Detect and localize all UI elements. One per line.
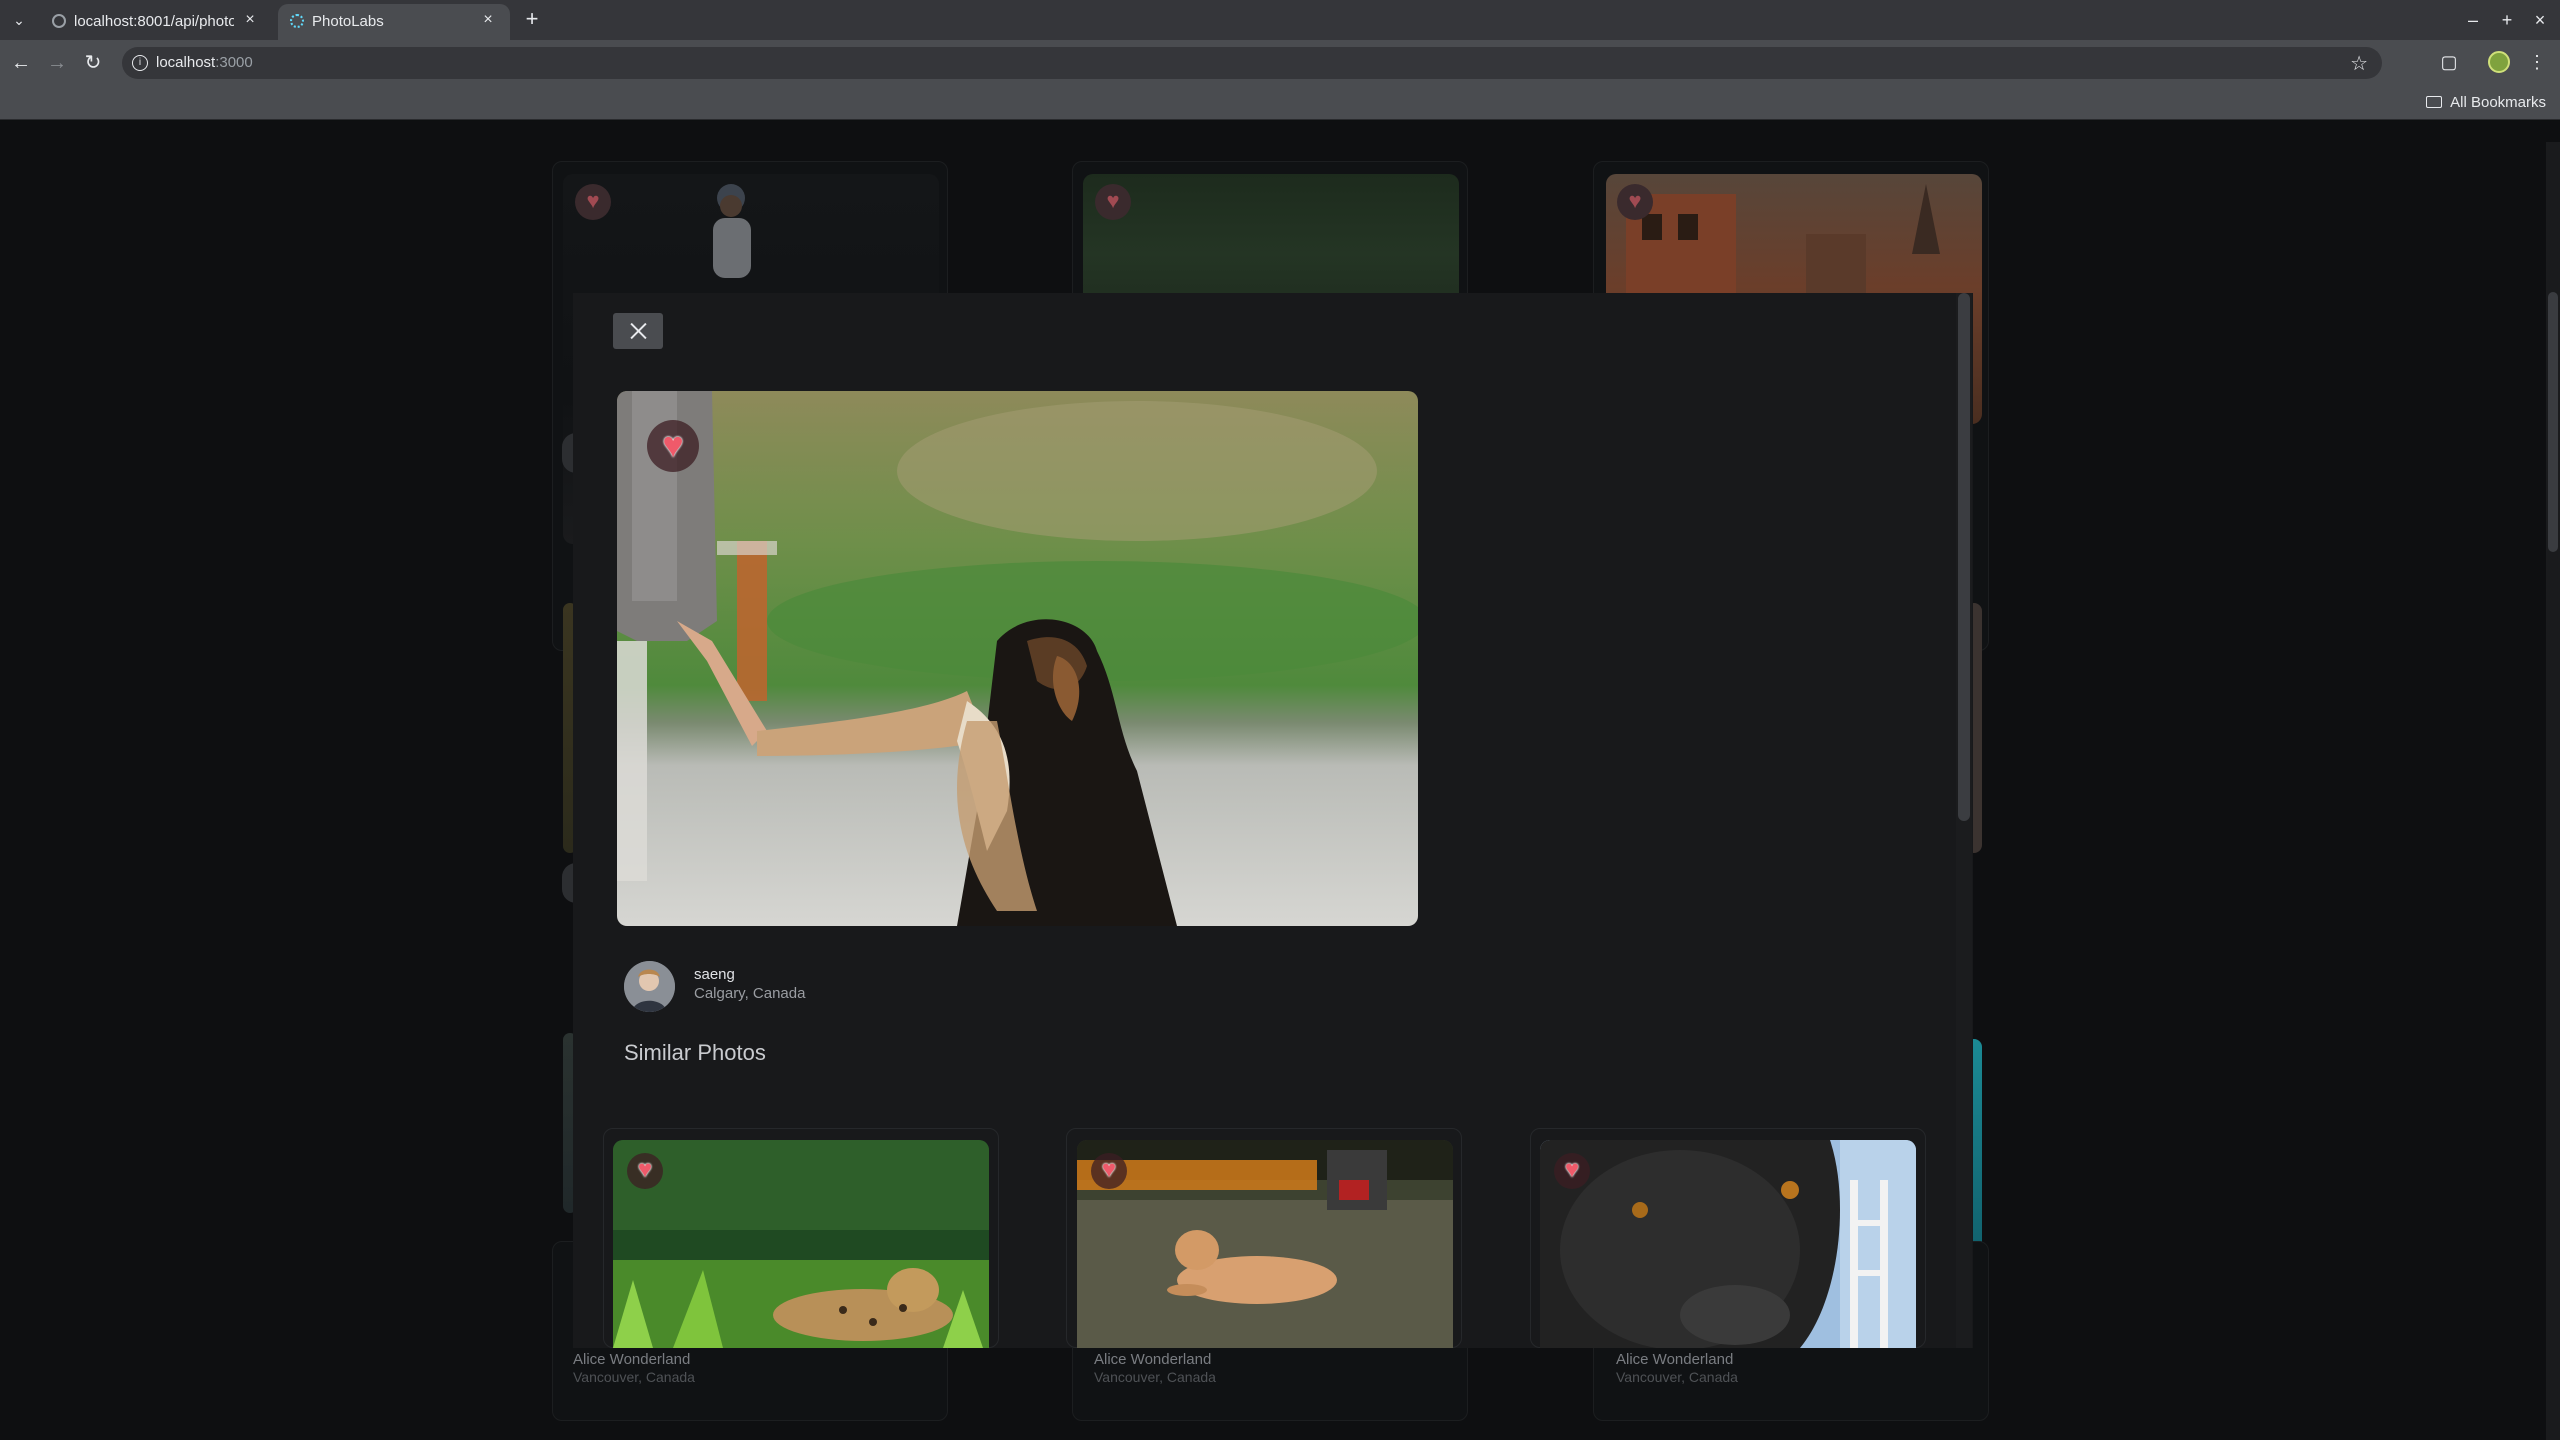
photographer-name: Alice Wonderland — [1616, 1351, 1734, 1368]
similar-photo[interactable] — [1077, 1140, 1453, 1348]
site-info-icon[interactable]: i — [132, 55, 148, 71]
page-scrollbar[interactable] — [2546, 142, 2560, 1440]
favourite-heart-icon[interactable] — [1095, 184, 1131, 220]
leopard-photo — [613, 1140, 989, 1348]
modal-scrollbar-thumb[interactable] — [1958, 293, 1970, 821]
profile-avatar[interactable] — [2488, 51, 2510, 73]
url-text: localhost:3000 — [156, 54, 253, 71]
tab-photolabs[interactable]: PhotoLabs × — [278, 4, 510, 40]
react-icon — [290, 14, 304, 28]
photographer-location: Vancouver, Canada — [1094, 1369, 1216, 1385]
address-bar[interactable]: i localhost:3000 ☆ — [122, 47, 2382, 79]
photographer-location: Vancouver, Canada — [573, 1369, 695, 1385]
photographer-location: Calgary, Canada — [694, 985, 806, 1002]
tab-title: localhost:8001/api/photo — [74, 13, 234, 30]
favourite-heart-icon[interactable] — [575, 184, 611, 220]
similar-photo[interactable] — [1540, 1140, 1916, 1348]
similar-photos-heading: Similar Photos — [624, 1040, 766, 1065]
black-dog-photo — [1540, 1140, 1916, 1348]
minimize-icon[interactable]: – — [2461, 8, 2485, 32]
favourite-heart-icon[interactable] — [1091, 1153, 1127, 1189]
favourite-heart-icon[interactable] — [1554, 1153, 1590, 1189]
photographer-avatar — [624, 961, 675, 1012]
selected-photo — [617, 391, 1418, 926]
photographer-username: saeng — [694, 966, 735, 983]
similar-photo[interactable] — [613, 1140, 989, 1348]
page-scrollbar-thumb[interactable] — [2548, 292, 2558, 552]
tab-search-icon[interactable]: ⌄ — [8, 9, 30, 31]
close-tab-icon[interactable]: × — [478, 10, 498, 30]
photographer-name: Alice Wonderland — [573, 1351, 691, 1368]
favourite-heart-icon[interactable] — [647, 420, 699, 472]
close-modal-button[interactable] — [613, 313, 663, 349]
folder-icon — [2426, 96, 2443, 108]
photographer-location: Vancouver, Canada — [1616, 1369, 1738, 1385]
forward-icon[interactable]: → — [44, 50, 70, 76]
dog-handshake-photo — [617, 391, 1418, 926]
favourite-heart-icon[interactable] — [1617, 184, 1653, 220]
dog-lying-photo — [1077, 1140, 1453, 1348]
all-bookmarks-button[interactable]: All Bookmarks — [2426, 94, 2546, 111]
profile-portrait — [624, 961, 675, 1012]
back-icon[interactable]: ← — [8, 50, 34, 76]
tab-api[interactable]: localhost:8001/api/photo × — [40, 4, 272, 40]
bookmark-star-icon[interactable]: ☆ — [2350, 51, 2368, 76]
tab-strip: ⌄ localhost:8001/api/photo × PhotoLabs ×… — [0, 0, 2560, 40]
bookmarks-bar: All Bookmarks — [0, 86, 2560, 120]
window-close-icon[interactable]: × — [2528, 8, 2552, 32]
extensions-icon[interactable]: ▢ — [2436, 49, 2462, 75]
maximize-icon[interactable]: + — [2495, 8, 2519, 32]
favourite-heart-icon[interactable] — [627, 1153, 663, 1189]
reload-icon[interactable]: ↻ — [80, 50, 106, 76]
photographer-name: Alice Wonderland — [1094, 1351, 1212, 1368]
menu-icon[interactable]: ⋮ — [2524, 49, 2550, 75]
tab-title: PhotoLabs — [312, 13, 384, 30]
globe-icon — [52, 14, 66, 28]
close-tab-icon[interactable]: × — [240, 10, 260, 30]
new-tab-button[interactable]: + — [520, 8, 544, 32]
